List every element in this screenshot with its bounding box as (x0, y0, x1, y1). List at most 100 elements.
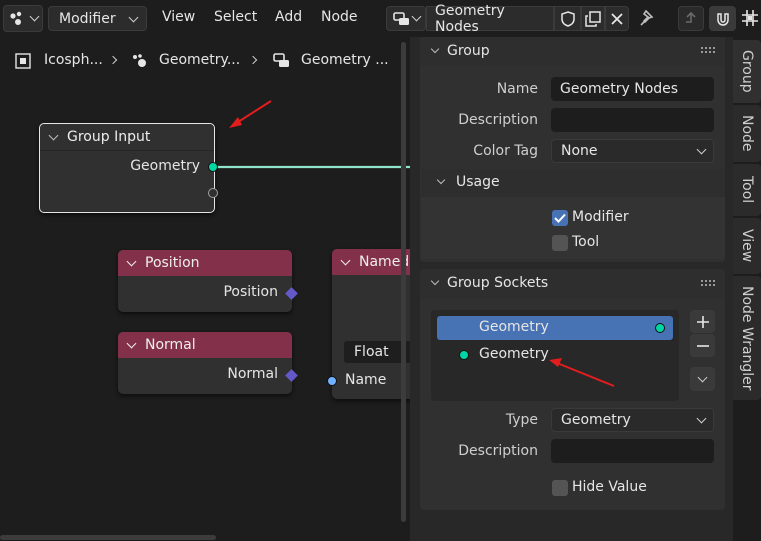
tab-node-wrangler[interactable]: Node Wrangler (733, 276, 761, 400)
pin-icon[interactable] (639, 9, 657, 27)
socket-description-label: Description (458, 443, 538, 459)
chevron-down-icon (29, 11, 40, 22)
node-tree-browse-button[interactable] (386, 6, 426, 31)
chevron-down-icon[interactable] (436, 175, 446, 185)
socket-specials-menu-button[interactable] (690, 367, 715, 391)
arrow-up-icon (686, 11, 696, 23)
duplicate-button[interactable] (581, 6, 605, 31)
remove-socket-button[interactable] (690, 334, 715, 357)
position-node-title: Position (145, 255, 200, 271)
menu-select[interactable]: Select (214, 9, 257, 25)
group-input-node[interactable]: Group Input Geometry (39, 123, 215, 213)
tab-group-label: Group (739, 50, 755, 93)
annotation-arrow-icon (229, 100, 272, 128)
horizontal-scrollbar[interactable] (0, 535, 216, 540)
modifier-checkbox[interactable] (552, 210, 568, 226)
name-field[interactable]: Geometry Nodes (551, 77, 714, 101)
breadcrumb-item-node-tree[interactable]: Geometry ... (301, 52, 389, 68)
shield-icon (560, 10, 575, 27)
node-tree-datablock-icon (273, 53, 289, 67)
socket-type-value: Geometry (561, 412, 631, 428)
position-output-label: Position (223, 284, 278, 300)
vertical-scrollbar[interactable] (401, 42, 406, 522)
node-link[interactable] (210, 160, 415, 174)
hide-value-checkbox[interactable] (552, 480, 568, 496)
menu-add[interactable]: Add (275, 9, 302, 25)
group-input-geometry-label: Geometry (130, 158, 200, 174)
node-tree-name-field[interactable]: Geometry Nodes (426, 3, 554, 35)
editor-type-button[interactable] (3, 5, 43, 32)
chevron-down-icon (411, 11, 422, 22)
tab-tool[interactable]: Tool (733, 164, 761, 216)
named-attribute-node[interactable]: Named Float Name (332, 249, 424, 399)
menu-view[interactable]: View (162, 9, 195, 25)
group-panel-title: Group (447, 43, 490, 59)
tab-node[interactable]: Node (733, 105, 761, 162)
menu-node[interactable]: Node (321, 9, 358, 25)
normal-node[interactable]: Normal Normal (118, 332, 292, 394)
unlink-button[interactable] (605, 6, 629, 31)
tab-view-label: View (739, 229, 755, 263)
description-field[interactable] (551, 108, 714, 132)
node-tree-name: Geometry Nodes (435, 2, 505, 35)
chevron-down-icon[interactable] (48, 130, 59, 140)
group-input-node-header[interactable]: Group Input (40, 124, 214, 151)
checkmark-icon (554, 213, 566, 223)
usage-subpanel-header[interactable]: Usage (421, 169, 725, 197)
color-tag-label: Color Tag (473, 143, 538, 159)
plus-icon (696, 315, 709, 328)
minus-icon (696, 344, 709, 347)
tab-node-label: Node (739, 115, 755, 152)
geometry-socket-icon (459, 350, 469, 360)
snap-button[interactable] (709, 6, 736, 31)
name-label: Name (496, 81, 538, 97)
color-tag-value: None (561, 143, 598, 159)
object-icon (15, 53, 31, 69)
socket-type-dropdown[interactable]: Geometry (551, 408, 714, 432)
normal-node-title: Normal (145, 337, 196, 353)
tool-checkbox[interactable] (552, 235, 568, 251)
type-label: Type (505, 412, 538, 428)
snap-grid-icon[interactable] (741, 9, 759, 27)
normal-node-header[interactable]: Normal (118, 332, 292, 358)
close-icon (611, 12, 623, 25)
tab-group[interactable]: Group (733, 40, 761, 103)
position-node-header[interactable]: Position (118, 250, 292, 276)
chevron-down-icon (696, 144, 707, 155)
tool-checkbox-label[interactable]: Tool (572, 234, 599, 250)
chevron-down-icon[interactable] (340, 255, 351, 265)
parent-node-tree-button[interactable] (678, 6, 704, 31)
name-input-socket[interactable] (327, 376, 337, 386)
modifier-checkbox-label[interactable]: Modifier (572, 209, 629, 225)
tab-view[interactable]: View (733, 218, 761, 274)
chevron-down-icon[interactable] (126, 256, 137, 266)
color-tag-dropdown[interactable]: None (551, 139, 714, 163)
socket-description-field[interactable] (551, 439, 714, 463)
empty-output-socket[interactable] (208, 188, 218, 198)
add-socket-button[interactable] (690, 310, 715, 333)
breadcrumb-item-object[interactable]: Icosph... (44, 52, 103, 68)
modifier-dropdown-label: Modifier (59, 10, 116, 27)
name-field-value: Geometry Nodes (560, 81, 679, 97)
geometry-output-socket[interactable] (208, 162, 218, 172)
chevron-down-icon[interactable] (430, 276, 440, 286)
chevron-down-icon[interactable] (126, 338, 137, 348)
tab-node-wrangler-label: Node Wrangler (739, 285, 755, 391)
drag-handle-icon[interactable] (701, 47, 715, 55)
chevron-down-icon[interactable] (430, 44, 440, 54)
node-tree-icon (10, 11, 22, 25)
position-node[interactable]: Position Position (118, 250, 292, 312)
fake-user-button[interactable] (554, 6, 581, 31)
hide-value-label[interactable]: Hide Value (572, 479, 647, 495)
group-sockets-panel-header[interactable]: Group Sockets (420, 269, 725, 299)
group-panel-header[interactable]: Group (420, 37, 725, 66)
breadcrumb-item-modifier[interactable]: Geometry... (159, 52, 240, 68)
modifier-dropdown[interactable]: Modifier (48, 6, 147, 31)
geometry-socket-icon (655, 323, 665, 333)
socket-list-item[interactable]: Geometry (437, 316, 673, 340)
magnet-icon (716, 12, 729, 26)
drag-handle-icon[interactable] (701, 280, 715, 288)
usage-title: Usage (456, 174, 500, 190)
named-attribute-node-header[interactable]: Named (332, 249, 422, 275)
normal-output-label: Normal (227, 366, 278, 382)
